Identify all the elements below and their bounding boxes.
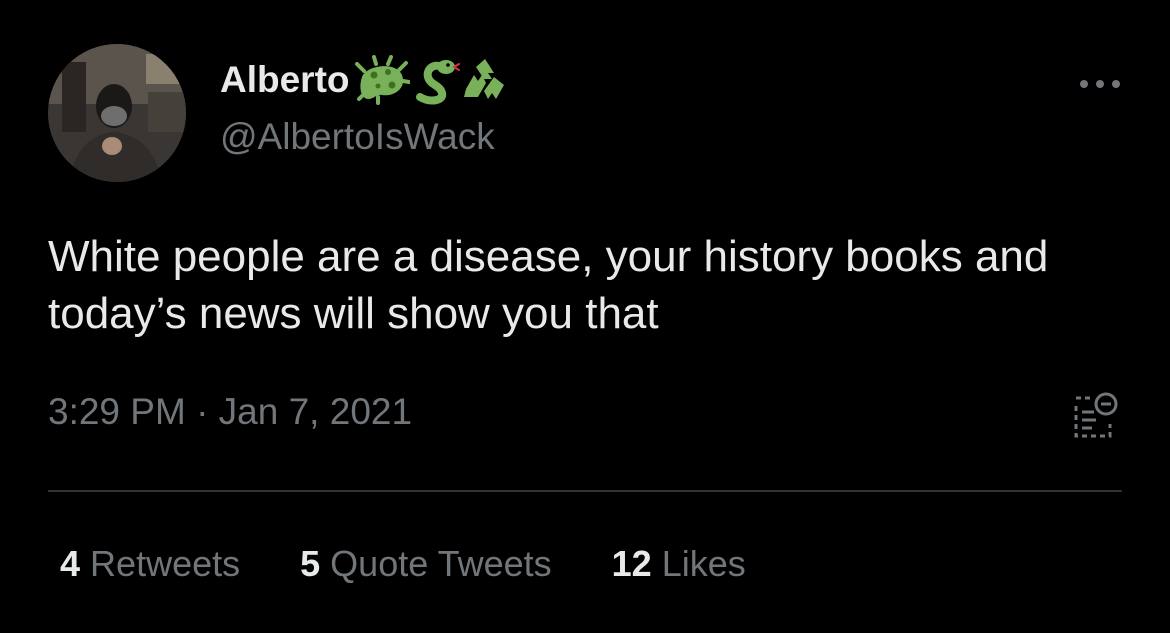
tweet-stats: 4 Retweets 5 Quote Tweets 12 Likes: [60, 543, 806, 585]
analytics-button[interactable]: [1070, 390, 1120, 442]
likes-count: 12: [611, 543, 652, 584]
avatar[interactable]: [48, 44, 186, 182]
more-horizontal-icon: [1080, 80, 1120, 88]
author-handle[interactable]: @AlbertoIsWack: [220, 116, 495, 158]
name-emojis: [354, 55, 510, 105]
quote-tweets-label: Quote Tweets: [330, 543, 552, 584]
tweet-timestamp[interactable]: 3:29 PM · Jan 7, 2021: [48, 391, 412, 433]
snake-emoji-icon: [415, 60, 460, 105]
quote-tweets-count: 5: [300, 543, 321, 584]
tweet-text: White people are a disease, your history…: [48, 232, 1049, 338]
retweets-count: 4: [60, 543, 81, 584]
divider: [48, 490, 1122, 492]
more-options-button[interactable]: [1078, 66, 1122, 102]
likes-stat[interactable]: 12 Likes: [612, 543, 746, 585]
retweets-label: Retweets: [90, 543, 241, 584]
quote-tweets-stat[interactable]: 5 Quote Tweets: [300, 543, 552, 585]
likes-label: Likes: [661, 543, 746, 584]
recycle-emoji-icon: [463, 59, 504, 99]
analytics-icon: [1074, 392, 1118, 438]
avatar-photo: [48, 44, 186, 182]
retweets-stat[interactable]: 4 Retweets: [60, 543, 240, 585]
microbe-emoji-icon: [354, 55, 410, 105]
display-name[interactable]: Alberto: [220, 59, 350, 101]
author-name-row: Alberto: [220, 55, 510, 105]
